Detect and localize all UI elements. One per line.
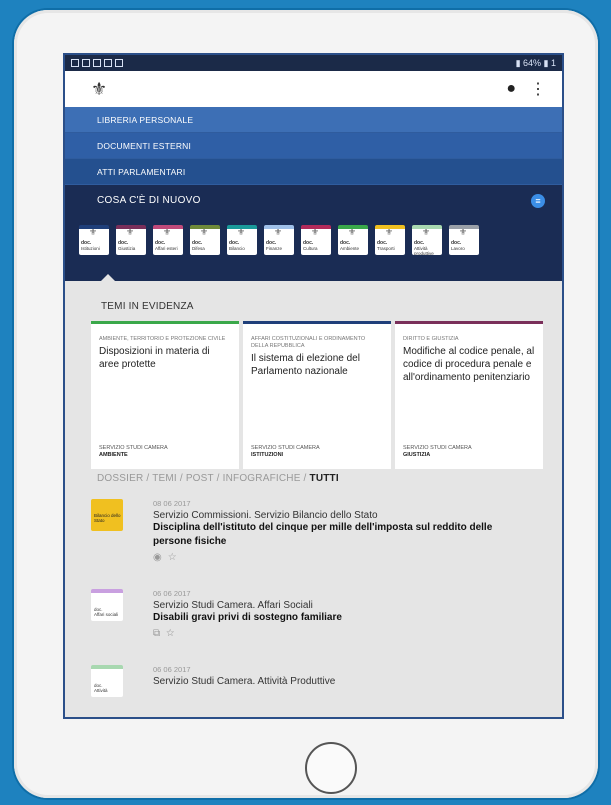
category-tile[interactable]: ⚜ doc. Bilancio [227,225,257,255]
card-topic: AFFARI COSTITUZIONALI E ORDINAMENTO DELL… [251,336,366,349]
card-source: SERVIZIO STUDI CAMERA ISTITUZIONI [251,445,320,459]
doc-logo-icon: ⚜ [422,227,431,237]
card-title: Il sistema di elezione del Parlamento na… [251,353,360,377]
item-date: 08 06 2017 [153,499,191,508]
card-title: Modifiche al codice penale, al codice di… [403,346,535,383]
category-label: Affari esteri [155,246,178,251]
item-org: Servizio Studi Camera. Attività Produtti… [153,676,336,687]
menu-documenti-esterni[interactable]: DOCUMENTI ESTERNI [65,133,562,159]
filter-post[interactable]: POST [186,473,214,484]
card-area: GIUSTIZIA [403,452,431,458]
category-label: Finanze [266,246,283,251]
category-tile[interactable]: ⚜ doc. Lavoro [449,225,479,255]
doc-logo-icon: ⚜ [163,227,172,237]
category-tile[interactable]: ⚜ doc. Ambiente [338,225,368,255]
app-bar: ⚜ ● ⋮ [65,71,562,107]
featured-card[interactable]: AFFARI COSTITUZIONALI E ORDINAMENTO DELL… [243,321,391,469]
tab-indicator [101,274,115,281]
doc-logo-icon: ⚜ [459,227,468,237]
doc-logo-icon: ⚜ [348,227,357,237]
overflow-menu-icon[interactable]: ⋮ [530,79,546,99]
category-tile[interactable]: ⚜ doc. Trasporti [375,225,405,255]
category-label: Lavoro [451,246,465,251]
category-tiles: ⚜ doc. Istituzioni ⚜ doc. Giustizia ⚜ doc. Affar… [79,225,479,255]
star-icon[interactable]: ☆ [168,552,183,563]
item-date: 06 06 2017 [153,665,191,674]
home-button[interactable] [305,742,357,794]
list-item[interactable]: doc. Attività 06 06 2017 Servizio Studi C… [91,665,531,697]
battery-level: 64% [523,57,542,68]
filter-infografiche[interactable]: INFOGRAFICHE [223,473,301,484]
thumb-label: Affari sociali [94,612,119,617]
card-source-label: SERVIZIO STUDI CAMERA [403,445,472,451]
menu-atti-parlamentari[interactable]: ATTI PARLAMENTARI [65,159,562,185]
battery-indicator: ▮ 64% ▮ 1 [515,57,556,68]
item-thumbnail: Bilancio dello Stato [91,499,123,531]
news-section: COSA C'È DI NUOVO ≡ ⚜ doc. Istituzioni ⚜ doc… [65,185,562,281]
notification-icons [71,59,123,67]
card-area: ISTITUZIONI [251,452,284,458]
category-tile[interactable]: ⚜ doc. Cultura [301,225,331,255]
category-tile[interactable]: ⚜ doc. Finanze [264,225,294,255]
category-label: Difesa [192,246,205,251]
doc-logo-icon: ⚜ [237,227,246,237]
doc-logo-icon: ⚜ [311,227,320,237]
menu-libreria-personale[interactable]: LIBRERIA PERSONALE [65,107,562,133]
item-date: 06 06 2017 [153,589,191,598]
featured-card[interactable]: DIRITTO E GIUSTIZIA Modifiche al codice p… [395,321,543,469]
filter-tutti[interactable]: TUTTI [310,473,339,484]
filter-icon[interactable]: ≡ [531,194,545,208]
type-filters: DOSSIER / TEMI / POST / INFOGRAFICHE / T… [97,473,339,484]
open-external-icon[interactable]: ⧉ [153,628,166,639]
category-label: Bilancio [229,246,245,251]
category-tile[interactable]: ⚜ doc. Istituzioni [79,225,109,255]
filter-dossier[interactable]: DOSSIER [97,473,143,484]
category-tile[interactable]: ⚜ doc. Affari esteri [153,225,183,255]
card-source-label: SERVIZIO STUDI CAMERA [99,445,168,451]
category-label: Trasporti [377,246,395,251]
item-title: Disciplina dell'istituto del cinque per … [153,522,493,547]
category-tile[interactable]: ⚜ doc. Giustizia [116,225,146,255]
star-icon[interactable]: ☆ [166,628,180,639]
card-source: SERVIZIO STUDI CAMERA GIUSTIZIA [403,445,472,459]
item-org: Servizio Commissioni. Servizio Bilancio … [153,510,378,521]
news-title: COSA C'È DI NUOVO [97,195,201,206]
thumb-label: Bilancio dello Stato [94,513,121,523]
doc-logo-icon: ⚜ [126,227,135,237]
category-label: Istituzioni [81,246,100,251]
card-area: AMBIENTE [99,452,128,458]
category-label: Cultura [303,246,318,251]
featured-title: TEMI IN EVIDENZA [101,301,194,312]
category-tile[interactable]: ⚜ doc. Attività produttive [412,225,442,255]
eye-icon[interactable]: ◉ [153,552,168,563]
doc-logo-icon: ⚜ [89,227,98,237]
thumb-label: Attività [94,688,108,693]
filter-temi[interactable]: TEMI [152,473,177,484]
doc-logo-icon: ⚜ [274,227,283,237]
category-tile[interactable]: ⚜ doc. Difesa [190,225,220,255]
doc-logo-icon: ⚜ [385,227,394,237]
card-source-label: SERVIZIO STUDI CAMERA [251,445,320,451]
app-screen: ▮ 64% ▮ 1 ⚜ ● ⋮ LIBRERIA PERSONALE DOCUM… [63,53,564,719]
item-org: Servizio Studi Camera. Affari Sociali [153,600,313,611]
card-topic: DIRITTO E GIUSTIZIA [403,336,459,342]
featured-card[interactable]: AMBIENTE, TERRITORIO E PROTEZIONE CIVILE… [91,321,239,469]
content-area: TEMI IN EVIDENZA AMBIENTE, TERRITORIO E … [65,281,562,717]
card-title: Disposizioni in materia di aree protette [99,346,210,370]
card-source: SERVIZIO STUDI CAMERA AMBIENTE [99,445,168,459]
list-item[interactable]: doc. Affari sociali 06 06 2017 Servizio S… [91,589,531,639]
item-thumbnail: doc. Affari sociali [91,589,123,621]
category-label: Giustizia [118,246,136,251]
category-label: Attività produttive [414,246,434,255]
item-title: Disabili gravi privi di sostegno familia… [153,612,342,623]
card-topic: AMBIENTE, TERRITORIO E PROTEZIONE CIVILE [99,336,226,342]
status-bar: ▮ 64% ▮ 1 [65,55,562,71]
app-logo-icon: ⚜ [91,78,108,99]
category-label: Ambiente [340,246,360,251]
featured-cards: AMBIENTE, TERRITORIO E PROTEZIONE CIVILE… [91,321,543,469]
account-icon[interactable]: ● [506,80,516,98]
doc-logo-icon: ⚜ [200,227,209,237]
item-thumbnail: doc. Attività [91,665,123,697]
list-item[interactable]: Bilancio dello Stato 08 06 2017 Servizio… [91,499,531,563]
